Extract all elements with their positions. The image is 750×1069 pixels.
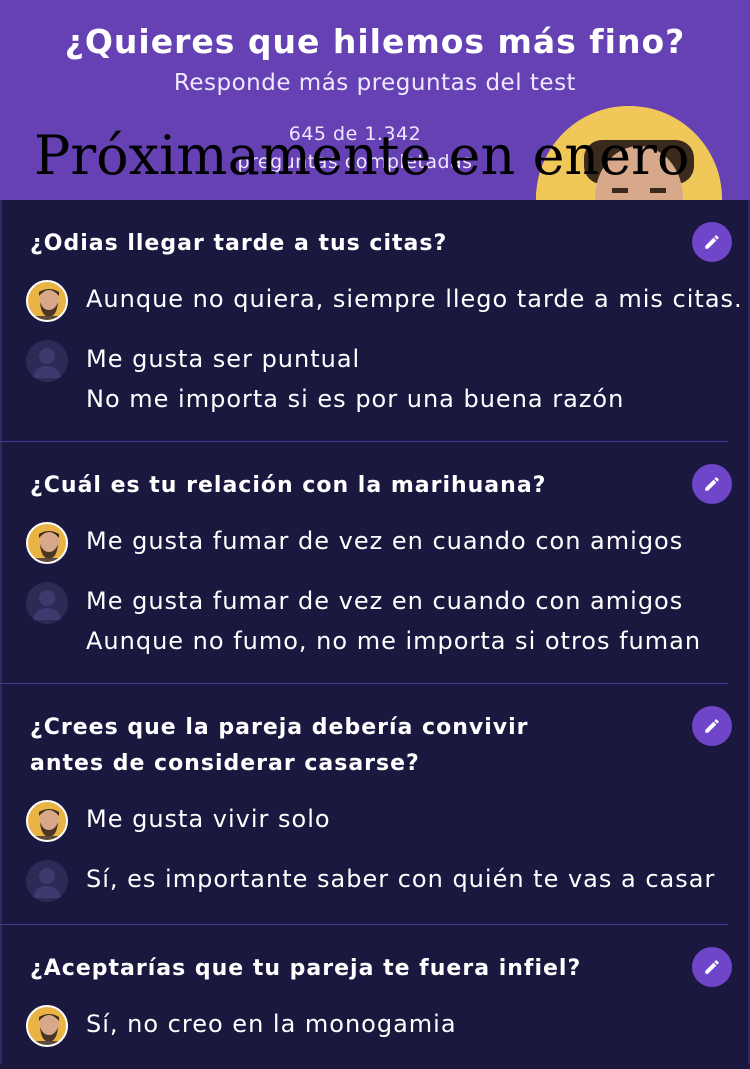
pencil-icon <box>705 719 719 733</box>
user-silhouette-icon <box>33 590 61 620</box>
their-answer: Sí, es importante saber con quién te vas… <box>26 860 714 902</box>
edit-answer-button[interactable] <box>692 947 732 987</box>
match-avatar <box>26 860 68 902</box>
my-avatar <box>26 280 68 322</box>
question-card: ¿Odias llegar tarde a tus citas? Aunque … <box>0 200 742 442</box>
pencil-icon <box>705 235 719 249</box>
question-text: ¿Aceptarías que tu pareja te fuera infie… <box>30 956 582 981</box>
edit-answer-button[interactable] <box>692 706 732 746</box>
question-list: ¿Odias llegar tarde a tus citas? Aunque … <box>0 200 750 1069</box>
their-answer: Me gusta fumar de vez en cuando con amig… <box>26 582 702 661</box>
user-silhouette-icon <box>33 868 61 898</box>
question-card: ¿Crees que la pareja debería convivir an… <box>0 684 732 925</box>
question-card: ¿Aceptarías que tu pareja te fuera infie… <box>0 925 732 1069</box>
my-answer-text: Sí, no creo en la monogamia <box>86 1010 457 1038</box>
their-answer-text: Me gusta fumar de vez en cuando con amig… <box>86 587 684 615</box>
edit-answer-button[interactable] <box>692 222 732 262</box>
their-answer-text: Sí, es importante saber con quién te vas… <box>86 865 716 893</box>
my-answer-text: Aunque no quiera, siempre llego tarde a … <box>86 285 743 313</box>
coming-soon-overlay: Próximamente en enero <box>34 124 690 187</box>
my-answer-text: Me gusta fumar de vez en cuando con amig… <box>86 527 684 555</box>
match-avatar <box>26 582 68 624</box>
header-title: ¿Quieres que hilemos más fino? <box>64 22 686 61</box>
my-avatar <box>26 522 68 564</box>
my-answer: Me gusta fumar de vez en cuando con amig… <box>26 522 698 564</box>
their-answer-text: No me importa si es por una buena razón <box>86 385 625 413</box>
question-text: ¿Odias llegar tarde a tus citas? <box>30 231 448 256</box>
header-subtitle: Responde más preguntas del test <box>173 70 577 96</box>
edit-answer-button[interactable] <box>692 464 732 504</box>
my-answer: Me gusta vivir solo <box>26 800 698 842</box>
match-avatar <box>26 340 68 382</box>
pencil-icon <box>705 477 719 491</box>
my-avatar <box>26 1005 68 1047</box>
user-silhouette-icon <box>33 348 61 378</box>
my-answer: Aunque no quiera, siempre llego tarde a … <box>26 280 742 322</box>
header: ¿Quieres que hilemos más fino? Responde … <box>0 0 750 200</box>
their-answer: Me gusta ser puntual No me importa si es… <box>26 340 698 419</box>
their-answer-text: Me gusta ser puntual <box>86 345 361 373</box>
my-answer-text: Me gusta vivir solo <box>86 805 331 833</box>
my-avatar <box>26 800 68 842</box>
their-answer-text: Aunque no fumo, no me importa si otros f… <box>86 627 702 655</box>
question-card: ¿Cuál es tu relación con la marihuana? M… <box>0 442 732 684</box>
question-text: ¿Cuál es tu relación con la marihuana? <box>30 473 547 498</box>
pencil-icon <box>705 960 719 974</box>
question-text: ¿Crees que la pareja debería convivir an… <box>30 715 529 776</box>
my-answer: Sí, no creo en la monogamia <box>26 1005 698 1047</box>
